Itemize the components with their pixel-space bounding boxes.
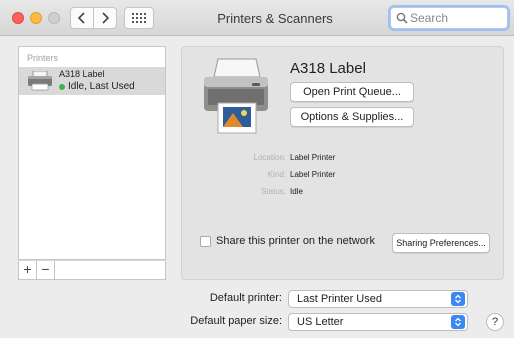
printer-icon bbox=[28, 71, 52, 91]
search-input[interactable] bbox=[410, 11, 500, 25]
status-value: Idle bbox=[290, 187, 303, 196]
list-control-bar: + − bbox=[18, 260, 166, 280]
chevron-left-icon bbox=[78, 12, 85, 24]
location-label: Location: bbox=[253, 153, 286, 162]
printer-list-item-status: Idle, Last Used bbox=[59, 81, 135, 92]
printer-list-item-status-text: Idle, Last Used bbox=[68, 81, 135, 92]
zoom-window-button[interactable] bbox=[48, 12, 60, 24]
kind-label: Kind: bbox=[267, 170, 286, 179]
printer-detail-panel: A318 Label Open Print Queue... Options &… bbox=[181, 46, 504, 280]
chevron-right-icon bbox=[102, 12, 109, 24]
add-printer-button[interactable]: + bbox=[19, 261, 37, 279]
sharing-preferences-button[interactable]: Sharing Preferences... bbox=[392, 233, 490, 253]
grid-icon bbox=[132, 13, 146, 23]
default-printer-select[interactable]: Last Printer Used bbox=[288, 290, 468, 308]
forward-button[interactable] bbox=[93, 7, 117, 29]
status-indicator-icon bbox=[59, 83, 65, 90]
updown-arrows-icon bbox=[451, 315, 465, 329]
search-icon bbox=[396, 12, 408, 24]
title-bar: Printers & Scanners bbox=[0, 0, 514, 36]
default-printer-value: Last Printer Used bbox=[297, 293, 382, 305]
share-printer-checkbox[interactable] bbox=[200, 236, 211, 247]
help-button[interactable]: ? bbox=[486, 313, 504, 331]
printer-list-item[interactable]: A318 Label Idle, Last Used bbox=[19, 67, 165, 95]
kind-value: Label Printer bbox=[290, 170, 336, 179]
options-supplies-button[interactable]: Options & Supplies... bbox=[290, 107, 414, 127]
default-printer-label: Default printer: bbox=[209, 292, 282, 304]
share-printer-label[interactable]: Share this printer on the network bbox=[216, 235, 375, 247]
location-value: Label Printer bbox=[290, 153, 336, 162]
default-paper-size-value: US Letter bbox=[297, 316, 344, 328]
show-all-button[interactable] bbox=[124, 7, 154, 29]
remove-printer-button[interactable]: − bbox=[37, 261, 55, 279]
status-label: Status: bbox=[261, 187, 286, 196]
printer-icon bbox=[204, 58, 268, 134]
printer-list: Printers A318 Label Idle, Last Used bbox=[18, 46, 166, 260]
window-title: Printers & Scanners bbox=[217, 11, 333, 26]
default-paper-size-select[interactable]: US Letter bbox=[288, 313, 468, 331]
search-field[interactable] bbox=[390, 7, 508, 29]
back-button[interactable] bbox=[70, 7, 94, 29]
open-print-queue-button[interactable]: Open Print Queue... bbox=[290, 82, 414, 102]
printer-name-heading: A318 Label bbox=[290, 60, 366, 77]
updown-arrows-icon bbox=[451, 292, 465, 306]
default-paper-size-label: Default paper size: bbox=[190, 315, 282, 327]
printer-list-item-name: A318 Label bbox=[59, 69, 105, 79]
printer-list-heading: Printers bbox=[27, 53, 59, 63]
minimize-window-button[interactable] bbox=[30, 12, 42, 24]
close-window-button[interactable] bbox=[12, 12, 24, 24]
